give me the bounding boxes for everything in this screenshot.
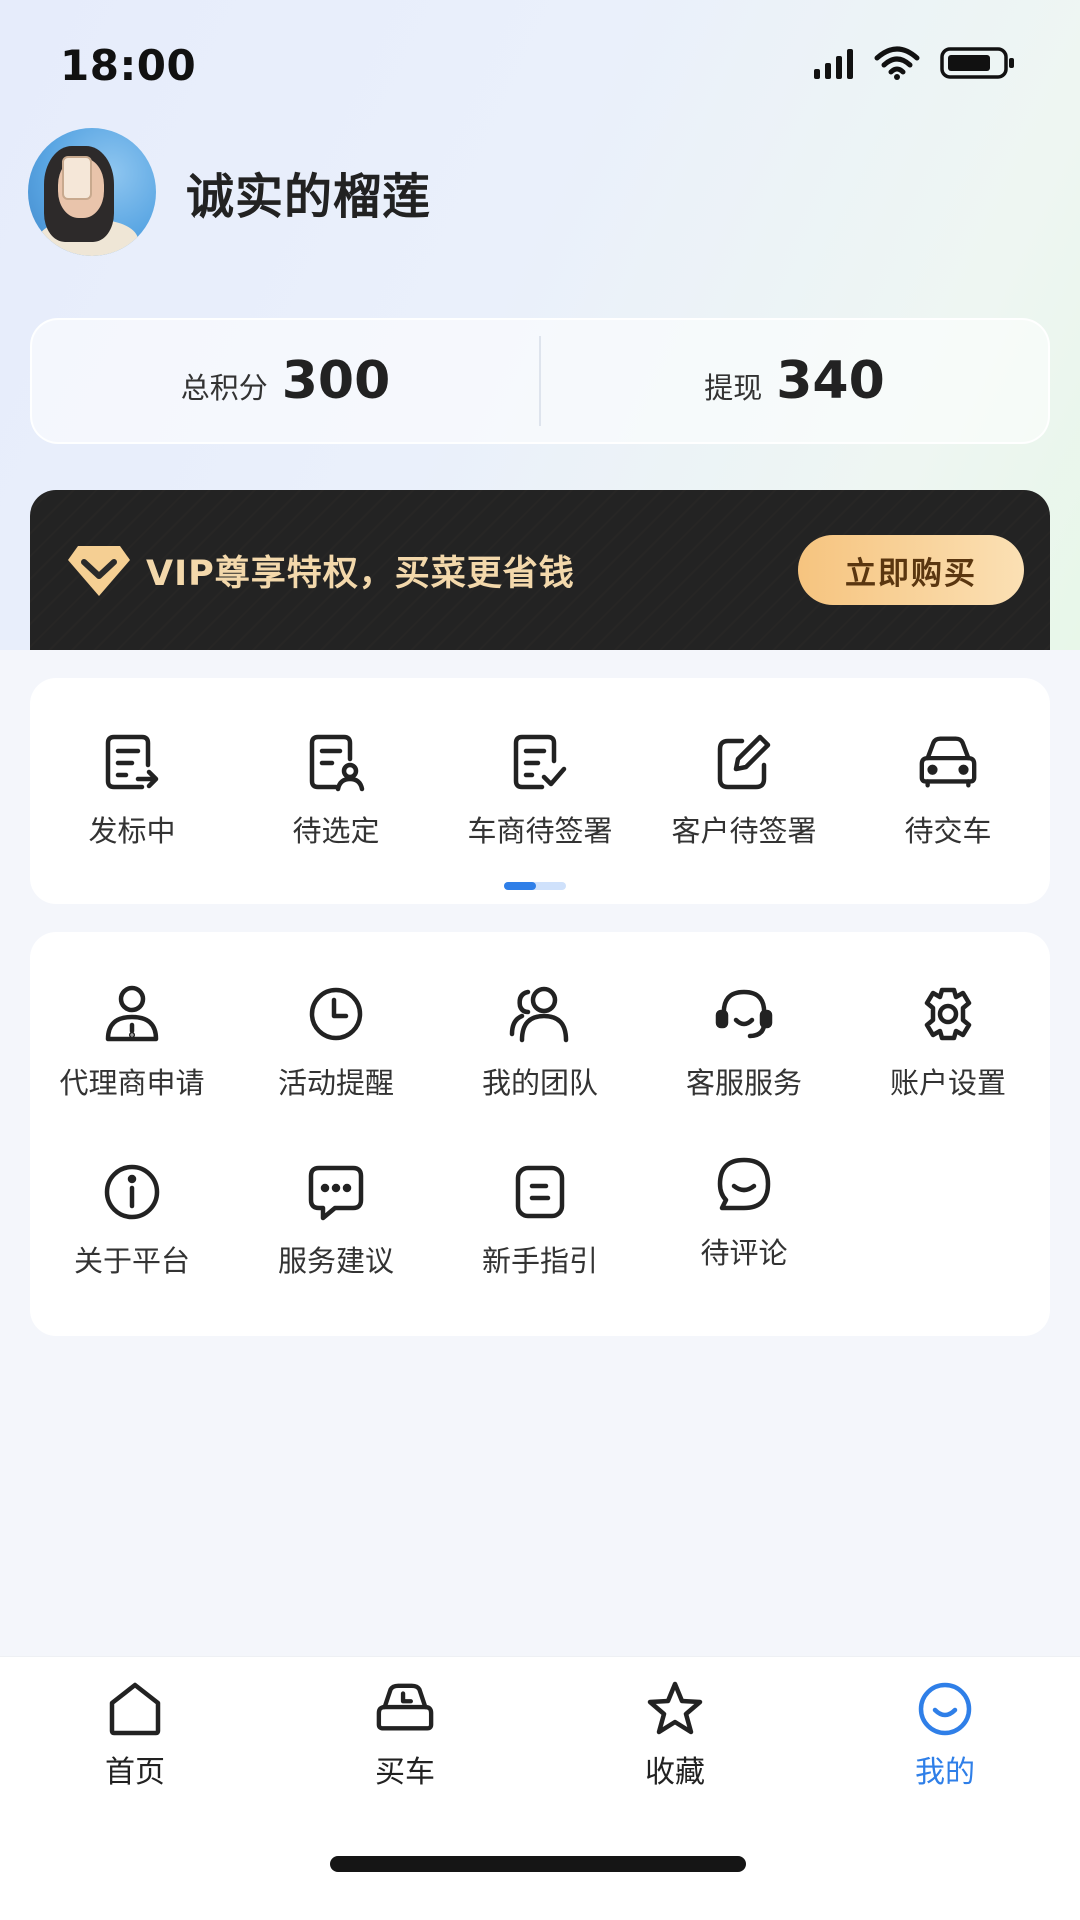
tab-buy-car[interactable]: 买车: [270, 1679, 540, 1807]
order-item-label: 发标中: [88, 814, 176, 848]
order-status-card: 发标中 待选定 车商待签署 客户待签署 待交车: [30, 678, 1050, 904]
agent-user-icon: [100, 982, 164, 1046]
team-icon: [508, 982, 572, 1046]
profile-header[interactable]: 诚实的榴莲: [28, 128, 431, 256]
edit-square-icon: [712, 730, 776, 794]
order-item-label: 待交车: [904, 814, 992, 848]
tool-label: 代理商申请: [59, 1066, 205, 1100]
tool-label: 客服服务: [685, 1066, 802, 1100]
tool-label: 我的团队: [481, 1066, 598, 1100]
tool-customer-service[interactable]: 客服服务: [642, 982, 846, 1102]
tool-about-platform[interactable]: 关于平台: [30, 1160, 234, 1280]
tab-label: 收藏: [645, 1755, 705, 1790]
tool-my-team[interactable]: 我的团队: [438, 982, 642, 1102]
vip-text: VIP尊享特权，买菜更省钱: [146, 553, 575, 594]
signal-icon: [814, 47, 854, 83]
page-indicator: [504, 882, 566, 890]
tool-label: 账户设置: [889, 1066, 1006, 1100]
comment-smile-icon: [712, 1152, 776, 1216]
avatar[interactable]: [28, 128, 156, 256]
home-icon: [105, 1679, 165, 1739]
order-item-to-select[interactable]: 待选定: [234, 730, 438, 850]
tab-favorites[interactable]: 收藏: [540, 1679, 810, 1807]
points-label: 总积分: [180, 371, 268, 405]
car-clock-icon: [375, 1679, 435, 1739]
tool-label: 服务建议: [277, 1244, 394, 1278]
tools-card: 代理商申请 活动提醒 我的团队 客服服务 账户设置 关于平台 服务建议 新手指引…: [30, 932, 1050, 1336]
order-item-to-deliver[interactable]: 待交车: [846, 730, 1050, 850]
chat-dots-icon: [304, 1160, 368, 1224]
tool-label: 活动提醒: [277, 1066, 394, 1100]
wifi-icon: [874, 46, 920, 84]
tool-label: 关于平台: [73, 1244, 190, 1278]
status-time: 18:00: [60, 40, 197, 90]
document-arrow-icon: [100, 730, 164, 794]
withdraw-stat[interactable]: 提现 340: [541, 351, 1048, 411]
order-item-label: 待选定: [292, 814, 380, 848]
withdraw-label: 提现: [704, 371, 763, 405]
tool-label: 新手指引: [481, 1244, 598, 1278]
order-item-label: 客户待签署: [671, 814, 817, 848]
guide-icon: [508, 1160, 572, 1224]
car-icon: [916, 730, 980, 794]
smile-icon: [915, 1679, 975, 1739]
gear-icon: [916, 982, 980, 1046]
tool-activity-reminder[interactable]: 活动提醒: [234, 982, 438, 1102]
page-indicator-active: [504, 882, 536, 890]
order-item-bidding[interactable]: 发标中: [30, 730, 234, 850]
order-item-dealer-sign[interactable]: 车商待签署: [438, 730, 642, 850]
document-check-icon: [508, 730, 572, 794]
points-value: 300: [281, 351, 391, 411]
tool-service-suggestion[interactable]: 服务建议: [234, 1160, 438, 1280]
clock-icon: [304, 982, 368, 1046]
order-item-label: 车商待签署: [467, 814, 613, 848]
stats-card: 总积分 300 提现 340: [30, 318, 1050, 444]
buy-now-button[interactable]: 立即购买: [798, 535, 1024, 605]
info-icon: [100, 1160, 164, 1224]
battery-icon: [940, 46, 1016, 84]
tool-agent-apply[interactable]: 代理商申请: [30, 982, 234, 1102]
points-stat[interactable]: 总积分 300: [32, 351, 539, 411]
tab-label: 首页: [105, 1755, 165, 1790]
tab-label: 买车: [375, 1755, 435, 1790]
tab-label: 我的: [915, 1755, 975, 1790]
withdraw-value: 340: [776, 351, 885, 411]
diamond-icon: [64, 535, 134, 605]
tool-label: 待评论: [700, 1236, 788, 1270]
vip-banner[interactable]: VIP尊享特权，买菜更省钱 立即购买: [30, 490, 1050, 650]
home-indicator: [330, 1856, 746, 1872]
bottom-tab-bar: 首页 买车 收藏 我的: [0, 1656, 1080, 1920]
star-icon: [645, 1679, 705, 1739]
tool-beginner-guide[interactable]: 新手指引: [438, 1160, 642, 1280]
tool-pending-comments[interactable]: 待评论: [642, 1152, 846, 1280]
document-user-icon: [304, 730, 368, 794]
tool-account-settings[interactable]: 账户设置: [846, 982, 1050, 1102]
headset-icon: [712, 982, 776, 1046]
status-bar: 18:00: [0, 0, 1080, 130]
user-name: 诚实的榴莲: [186, 169, 432, 225]
order-item-customer-sign[interactable]: 客户待签署: [642, 730, 846, 850]
tab-mine[interactable]: 我的: [810, 1679, 1080, 1807]
tab-home[interactable]: 首页: [0, 1679, 270, 1807]
